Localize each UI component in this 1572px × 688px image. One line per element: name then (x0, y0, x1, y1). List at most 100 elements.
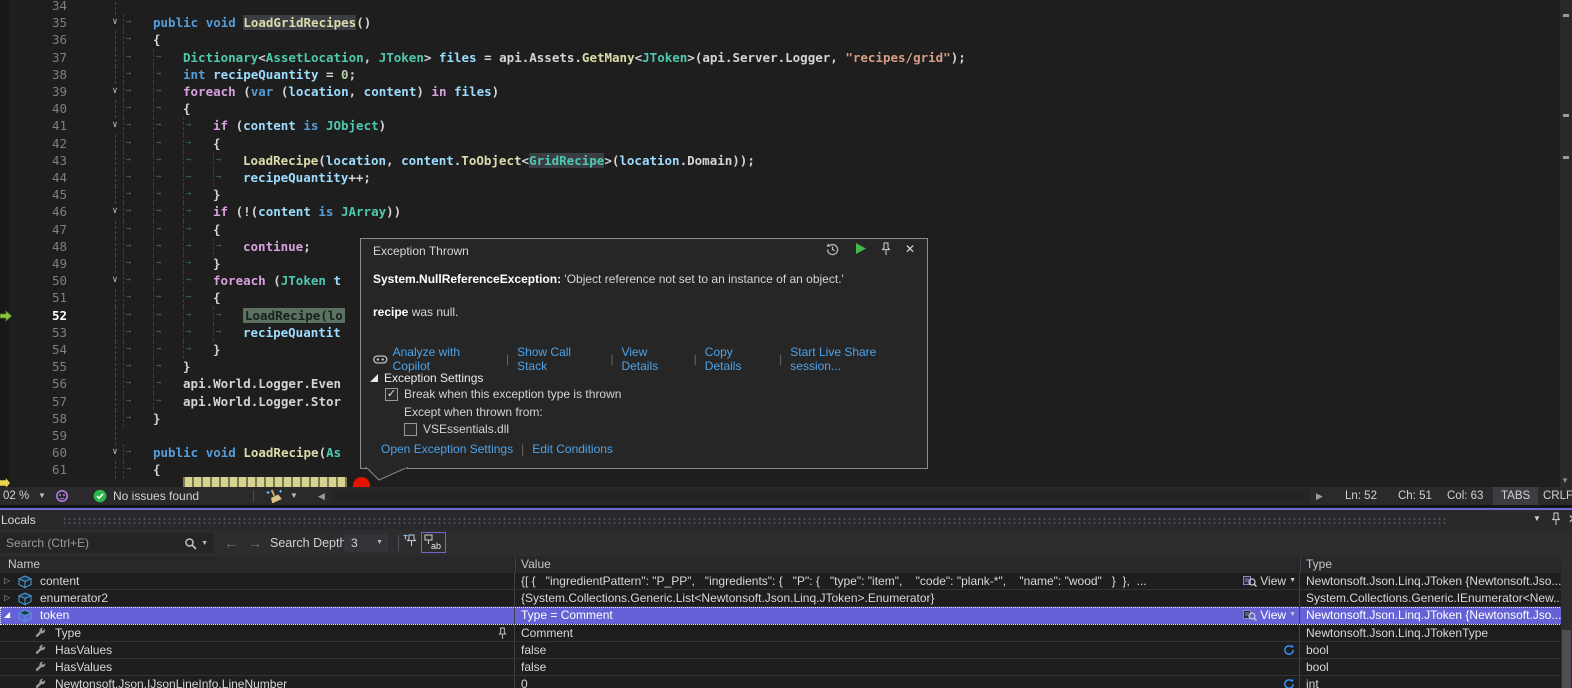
expand-expander-icon[interactable]: ▷ (4, 590, 16, 606)
code-line-36[interactable]: 36→{ (0, 31, 1572, 49)
locals-row-Type[interactable]: TypeCommentNewtonsoft.Json.Linq.JTokenTy… (0, 625, 1572, 642)
hscroll-right-arrow-icon[interactable]: ▶ (1316, 487, 1323, 505)
column-header-name[interactable]: Name (8, 556, 40, 573)
break-checkbox[interactable]: ✓ (385, 388, 398, 401)
link-open-exception-settings[interactable]: Open Exception Settings (381, 442, 513, 456)
pin-to-source-icon[interactable] (402, 533, 418, 553)
code-line-41[interactable]: 41∨→→→if (content is JObject) (0, 117, 1572, 135)
continue-execution-icon[interactable] (851, 242, 869, 258)
horizontal-scrollbar[interactable] (332, 489, 1310, 503)
refresh-value-button[interactable] (1283, 644, 1295, 658)
code-line-43[interactable]: 43→→→→LoadRecipe(location, content.ToObj… (0, 152, 1572, 170)
char-indicator[interactable]: Ch: 51 (1398, 487, 1432, 505)
module-checkbox[interactable] (404, 423, 417, 436)
code-line-47[interactable]: 47→→→{ (0, 221, 1572, 239)
value-cell[interactable]: 0 (515, 676, 1300, 688)
panel-pin-icon[interactable] (1547, 512, 1565, 528)
tabs-indicator[interactable]: TABS (1493, 487, 1538, 505)
panel-drag-grip[interactable] (62, 517, 1447, 525)
code-line-46[interactable]: 46∨→→→if (!(content is JArray)) (0, 203, 1572, 221)
text-view-toggle-button[interactable]: ab (421, 532, 446, 553)
code-editor[interactable]: 3435∨→public void LoadGridRecipes()36→{3… (0, 0, 1572, 487)
value-cell[interactable]: Comment (515, 625, 1300, 641)
collapse-expander-icon[interactable]: ◢ (4, 607, 16, 623)
locals-search-box[interactable]: ▼ (0, 533, 214, 553)
value-cell[interactable]: {[ { "ingredientPattern": "P_PP", "ingre… (515, 573, 1300, 589)
scrollbar-thumb[interactable] (1562, 630, 1571, 688)
refresh-icon[interactable] (1283, 678, 1295, 688)
code-line-35[interactable]: 35∨→public void LoadGridRecipes() (0, 14, 1572, 32)
search-input[interactable] (0, 536, 184, 550)
code-line-45[interactable]: 45→→→} (0, 186, 1572, 204)
pin-icon[interactable] (497, 627, 508, 640)
cleanup-caret-icon[interactable]: ▼ (290, 487, 298, 505)
locals-row-HasValues[interactable]: HasValuesfalsebool (0, 659, 1572, 676)
fold-chevron-icon[interactable]: ∨ (106, 14, 124, 30)
locals-row-enumerator2[interactable]: ▷enumerator2{System.Collections.Generic.… (0, 590, 1572, 607)
code-line-38[interactable]: 38→→int recipeQuantity = 0; (0, 66, 1572, 84)
locals-row-HasValues[interactable]: HasValuesfalsebool (0, 642, 1572, 659)
locals-row-Newtonsoft.Json.IJsonLineInfo.LineNumber[interactable]: Newtonsoft.Json.IJsonLineInfo.LineNumber… (0, 676, 1572, 688)
document-health-icon[interactable] (55, 489, 69, 507)
code-cleanup-icon[interactable] (266, 489, 283, 507)
search-depth-combo[interactable]: 3 ▼ (344, 534, 388, 552)
code-line-40[interactable]: 40→→{ (0, 100, 1572, 118)
link-analyze-with-copilot[interactable]: Analyze with Copilot (373, 345, 498, 373)
fold-chevron-icon[interactable]: ∨ (106, 117, 124, 133)
value-cell[interactable]: Type = CommentView▼ (515, 607, 1300, 623)
locals-vertical-scrollbar[interactable] (1561, 556, 1572, 688)
view-visualizer-button[interactable]: View▼ (1243, 607, 1296, 623)
eol-indicator[interactable]: CRLF (1543, 487, 1572, 505)
expand-expander-icon[interactable]: ▷ (4, 573, 16, 589)
refresh-value-button[interactable] (1283, 678, 1295, 688)
link-show-call-stack[interactable]: Show Call Stack (517, 345, 602, 373)
pin-member-icon[interactable] (497, 627, 508, 641)
value-cell[interactable]: {System.Collections.Generic.List<Newtons… (515, 590, 1300, 606)
locals-row-token[interactable]: ◢tokenType = CommentView▼Newtonsoft.Json… (0, 607, 1572, 624)
code-line-39[interactable]: 39∨→→foreach (var (location, content) in… (0, 83, 1572, 101)
locals-row-content[interactable]: ▷content{[ { "ingredientPattern": "P_PP"… (0, 573, 1572, 590)
window-position-caret-icon[interactable]: ▼ (1528, 514, 1546, 530)
locals-panel-titlebar[interactable]: Locals ▼ ✕ (0, 510, 1572, 530)
exception-settings-header[interactable]: Exception Settings (369, 371, 483, 385)
code-line-37[interactable]: 37→→Dictionary<AssetLocation, JToken> fi… (0, 49, 1572, 67)
break-on-exception-row: ✓ Break when this exception type is thro… (385, 387, 621, 401)
zoom-level[interactable]: 02 % (3, 487, 29, 505)
line-indicator[interactable]: Ln: 52 (1345, 487, 1377, 505)
editor-vertical-scrollbar[interactable]: ▼ (1560, 0, 1572, 487)
line-number: 60 (0, 444, 67, 461)
link-view-details[interactable]: View Details (621, 345, 685, 373)
search-caret-icon[interactable]: ▼ (201, 540, 208, 547)
zoom-caret-icon[interactable]: ▼ (38, 487, 46, 505)
column-header-type[interactable]: Type (1306, 556, 1332, 573)
link-edit-conditions[interactable]: Edit Conditions (532, 442, 613, 456)
issues-status[interactable]: No issues found (113, 487, 199, 505)
hscroll-left-arrow-icon[interactable]: ◀ (318, 487, 325, 505)
scrollbar-down-arrow-icon[interactable]: ▼ (1561, 476, 1569, 485)
column-divider[interactable] (1300, 556, 1301, 573)
code-line-44[interactable]: 44→→→→recipeQuantity++; (0, 169, 1572, 187)
search-icon[interactable]: ▼ (184, 537, 214, 550)
type-cell: Newtonsoft.Json.Linq.JToken {Newtonsoft.… (1300, 607, 1572, 623)
column-indicator[interactable]: Col: 63 (1447, 487, 1483, 505)
fold-chevron-icon[interactable]: ∨ (106, 83, 124, 99)
value-cell[interactable]: false (515, 642, 1300, 658)
pin-icon[interactable] (877, 242, 895, 258)
search-back-arrow-icon[interactable]: ← (224, 530, 238, 556)
fold-chevron-icon[interactable]: ∨ (106, 203, 124, 219)
code-line-34[interactable]: 34 (0, 0, 1572, 15)
search-forward-arrow-icon[interactable]: → (248, 530, 262, 556)
column-divider[interactable] (515, 556, 516, 573)
view-visualizer-button[interactable]: View▼ (1243, 573, 1296, 589)
refresh-icon[interactable] (1283, 644, 1295, 656)
value-cell[interactable]: false (515, 659, 1300, 675)
code-line-42[interactable]: 42→→→{ (0, 135, 1572, 153)
panel-close-icon[interactable]: ✕ (1564, 512, 1572, 528)
close-icon[interactable]: ✕ (901, 242, 919, 258)
link-start-live-share-session[interactable]: Start Live Share session... (790, 345, 927, 373)
history-icon[interactable] (823, 242, 841, 258)
link-copy-details[interactable]: Copy Details (705, 345, 771, 373)
column-header-value[interactable]: Value (521, 556, 551, 573)
fold-chevron-icon[interactable]: ∨ (106, 272, 124, 288)
fold-chevron-icon[interactable]: ∨ (106, 444, 124, 460)
